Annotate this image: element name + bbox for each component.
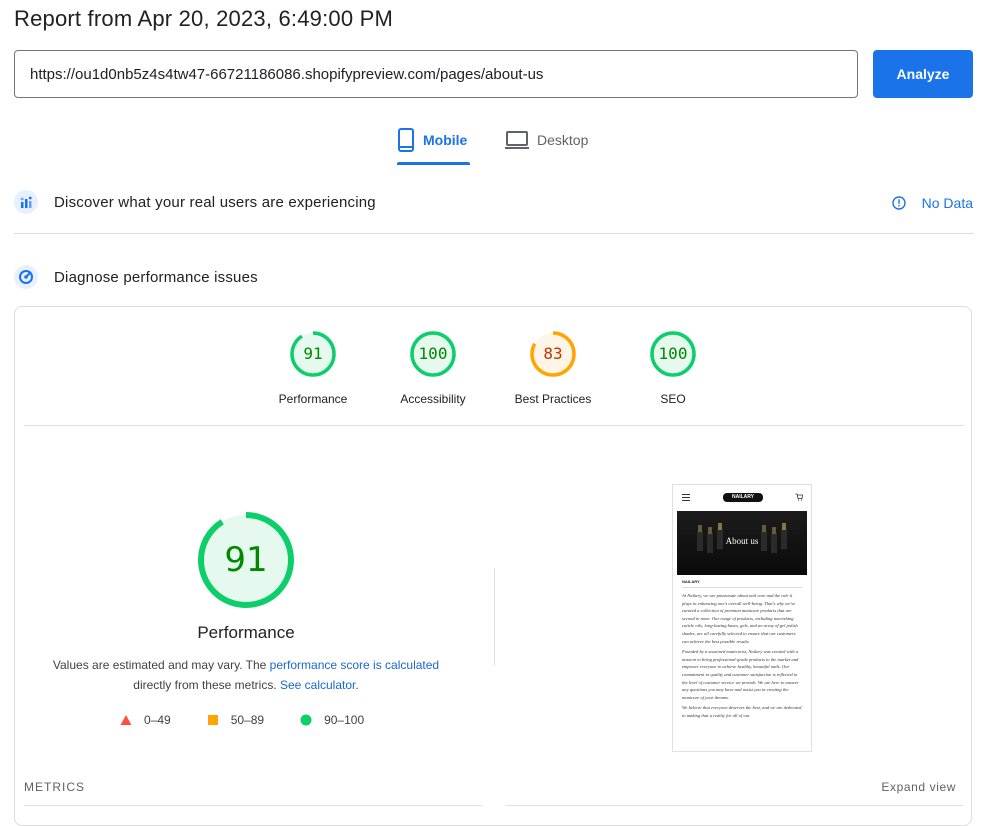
score-gauge-accessibility[interactable]: 100 Accessibility bbox=[383, 330, 483, 406]
crux-users-icon bbox=[14, 190, 38, 214]
performance-big-label: Performance bbox=[197, 623, 295, 642]
hamburger-menu-icon bbox=[682, 494, 690, 501]
no-data-status: No Data bbox=[891, 195, 973, 211]
legend-range: 90–100 bbox=[324, 713, 365, 727]
screenshot-divider bbox=[682, 587, 802, 588]
gauge-label: SEO bbox=[660, 392, 686, 406]
gauge-score: 91 bbox=[303, 344, 323, 363]
expand-view-button[interactable]: Expand view bbox=[881, 780, 956, 794]
legend-range: 50–89 bbox=[230, 713, 265, 727]
desktop-icon bbox=[505, 131, 529, 149]
section-title: Diagnose performance issues bbox=[54, 268, 258, 286]
analyze-button[interactable]: Analyze bbox=[873, 50, 973, 98]
screenshot-hero-text: About us bbox=[725, 536, 759, 546]
diagnose-section-header: Diagnose performance issues bbox=[14, 265, 258, 289]
note-text: directly from these metrics. bbox=[133, 678, 280, 692]
gauges-divider bbox=[24, 425, 964, 426]
score-gauge-best-practices[interactable]: 83 Best Practices bbox=[503, 330, 603, 406]
smartphone-icon bbox=[398, 128, 414, 152]
tab-label: Desktop bbox=[537, 132, 589, 148]
legend-range: 0–49 bbox=[144, 713, 171, 727]
legend-item-pass: 90–100 bbox=[300, 713, 364, 727]
screenshot-hero: About us bbox=[677, 511, 807, 575]
metrics-divider-right bbox=[505, 805, 963, 806]
note-text: Values are estimated and may vary. The bbox=[52, 658, 270, 672]
score-gauge-performance[interactable]: 91 Performance bbox=[263, 330, 363, 406]
screenshot-body: At Nailary, we are passionate about nail… bbox=[682, 592, 802, 720]
no-data-label: No Data bbox=[921, 195, 973, 211]
gauge-ring: 100 bbox=[649, 330, 697, 378]
legend-item-average: 50–89 bbox=[207, 713, 264, 727]
tab-desktop[interactable]: Desktop bbox=[505, 128, 588, 164]
page-title: Report from Apr 20, 2023, 6:49:00 PM bbox=[14, 6, 393, 31]
gauge-label: Performance bbox=[278, 392, 348, 406]
triangle-icon bbox=[120, 715, 132, 725]
lighthouse-diagnose-icon bbox=[14, 265, 38, 289]
page-screenshot: NAILARY About us NAILARY At Nailary, we … bbox=[672, 484, 812, 752]
report-panel bbox=[14, 306, 972, 826]
info-icon bbox=[891, 196, 906, 210]
metrics-divider-left bbox=[24, 805, 482, 806]
legend-item-fail: 0–49 bbox=[120, 713, 171, 727]
screenshot-section-label: NAILARY bbox=[682, 579, 700, 584]
gauge-ring: 100 bbox=[409, 330, 457, 378]
score-note: Values are estimated and may vary. The p… bbox=[50, 655, 442, 695]
gauge-score: 83 bbox=[543, 344, 563, 363]
screenshot-logo: NAILARY bbox=[723, 493, 763, 502]
screenshot-paragraph: At Nailary, we are passionate about nail… bbox=[682, 593, 798, 644]
vertical-divider bbox=[494, 568, 495, 666]
tab-mobile[interactable]: Mobile bbox=[397, 128, 467, 164]
score-legend: 0–49 50–89 90–100 bbox=[120, 713, 400, 727]
see-calculator-link[interactable]: See calculator bbox=[280, 678, 355, 692]
gauge-score: 100 bbox=[418, 344, 448, 363]
circle-icon bbox=[300, 714, 312, 726]
note-text: . bbox=[355, 678, 359, 692]
tab-label: Mobile bbox=[423, 132, 468, 148]
section-divider bbox=[14, 233, 974, 234]
metrics-heading: METRICS bbox=[24, 780, 85, 794]
section-title: Discover what your real users are experi… bbox=[54, 193, 376, 211]
gauge-ring: 83 bbox=[529, 330, 577, 378]
url-input[interactable] bbox=[14, 50, 858, 98]
gauge-ring: 91 bbox=[289, 330, 337, 378]
gauge-score: 100 bbox=[658, 344, 688, 363]
screenshot-header: NAILARY bbox=[673, 485, 811, 511]
score-gauge-seo[interactable]: 100 SEO bbox=[623, 330, 723, 406]
score-calculated-link[interactable]: performance score is calculated bbox=[270, 658, 439, 672]
performance-big-score: 91 bbox=[224, 540, 268, 580]
screenshot-paragraph: Founded by a seasoned manicurist, Nailar… bbox=[682, 649, 799, 700]
real-users-section-header: Discover what your real users are experi… bbox=[14, 190, 376, 214]
screenshot-brand: NAILARY bbox=[731, 494, 755, 500]
gauge-label: Accessibility bbox=[400, 392, 466, 406]
cart-icon bbox=[795, 493, 803, 501]
active-tab-indicator bbox=[397, 162, 470, 165]
square-icon bbox=[207, 715, 218, 725]
screenshot-paragraph: We believe that everyone deserves the be… bbox=[682, 705, 802, 718]
gauge-label: Best Practices bbox=[514, 392, 592, 406]
